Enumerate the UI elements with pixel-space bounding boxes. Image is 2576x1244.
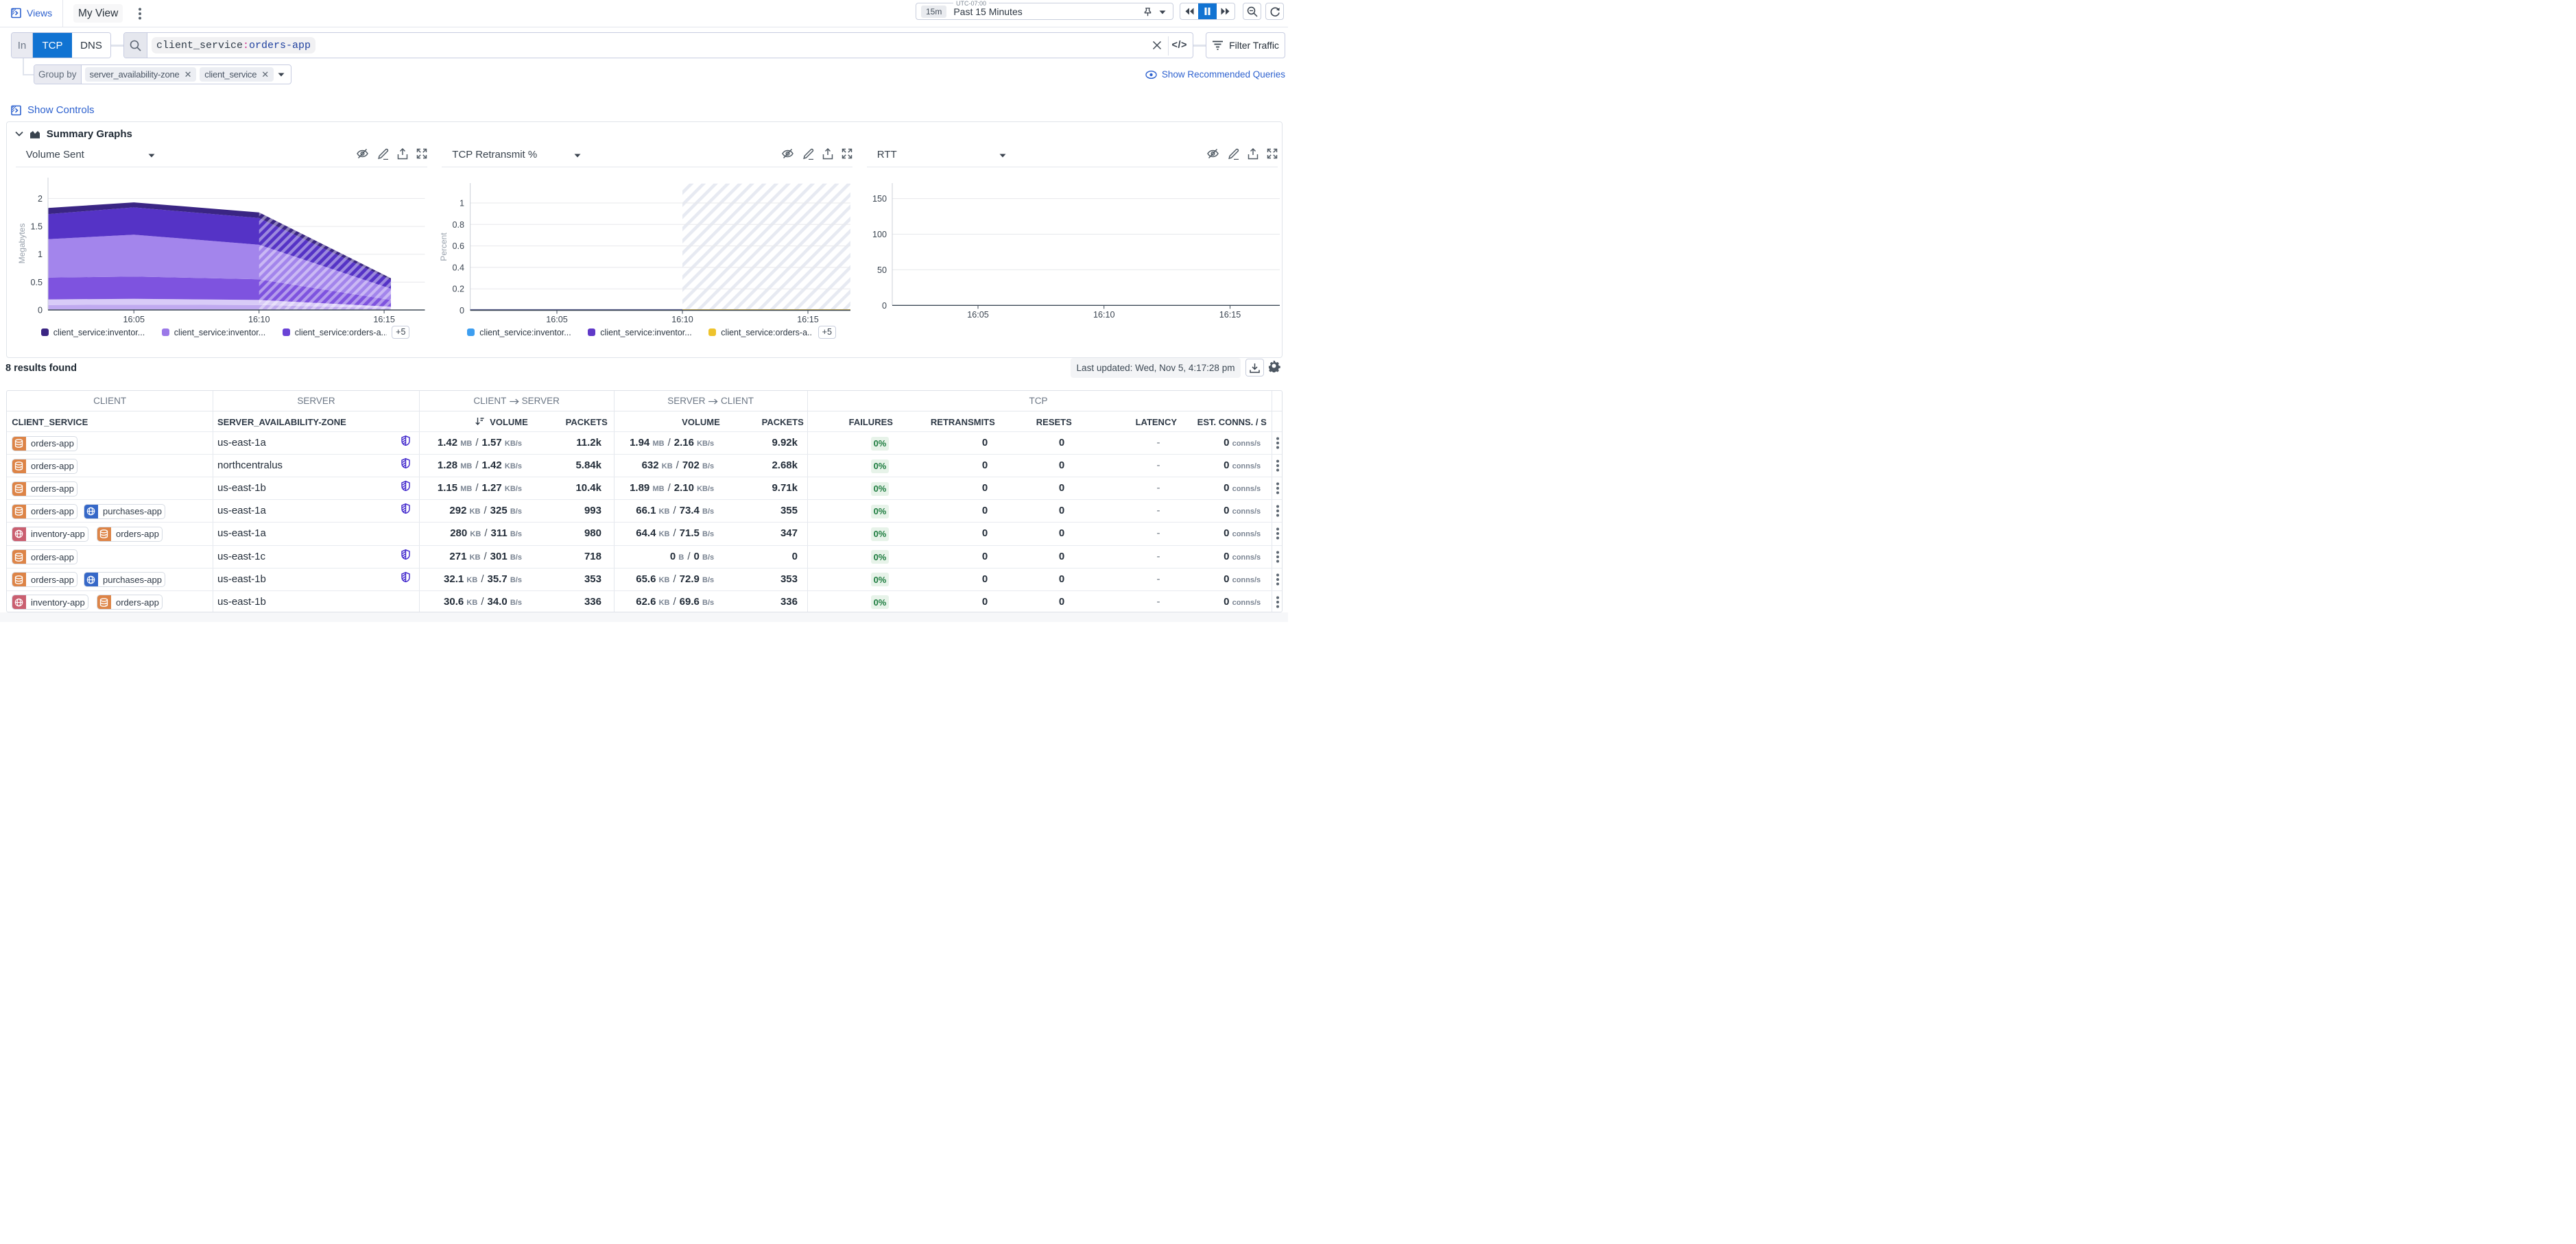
svg-text:50: 50 [877,265,887,275]
svg-text:16:05: 16:05 [967,310,989,320]
svg-text:Megabytes: Megabytes [17,224,27,264]
svg-text:16:10: 16:10 [248,315,270,324]
svg-text:0.5: 0.5 [30,278,43,287]
svg-text:16:15: 16:15 [373,315,395,324]
svg-text:0: 0 [460,306,464,315]
svg-text:16:05: 16:05 [123,315,145,324]
svg-text:16:05: 16:05 [546,315,568,324]
svg-text:0.4: 0.4 [452,263,464,272]
svg-text:1: 1 [38,250,43,259]
svg-text:0.2: 0.2 [452,285,464,294]
svg-text:0.8: 0.8 [452,220,464,230]
svg-text:1.5: 1.5 [30,222,43,232]
svg-text:1: 1 [460,199,464,208]
svg-text:100: 100 [872,230,887,239]
svg-text:Percent: Percent [439,232,449,261]
svg-text:2: 2 [38,194,43,204]
svg-text:0: 0 [38,306,43,315]
svg-text:16:10: 16:10 [1093,310,1115,320]
svg-text:0: 0 [882,301,887,311]
svg-text:150: 150 [872,194,887,204]
svg-text:16:15: 16:15 [797,315,819,324]
svg-text:0.6: 0.6 [452,241,464,251]
svg-text:16:15: 16:15 [1219,310,1241,320]
svg-text:16:10: 16:10 [671,315,693,324]
